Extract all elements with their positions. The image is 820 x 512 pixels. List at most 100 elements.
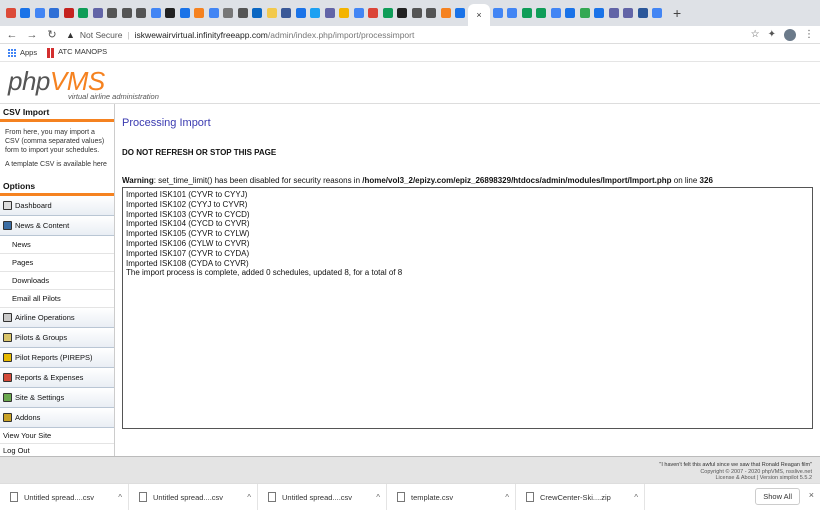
tab-favicon-icon xyxy=(579,8,590,18)
browser-tab[interactable] xyxy=(578,3,592,23)
download-item[interactable]: Untitled spread....csv ^ xyxy=(0,484,129,510)
log-summary: The import process is complete, added 0 … xyxy=(126,268,403,278)
browser-tab[interactable] xyxy=(33,3,47,23)
url-text[interactable]: iskwewairvirtual.infinityfreeapp.com/adm… xyxy=(135,30,415,40)
browser-tab[interactable] xyxy=(564,3,578,23)
download-item[interactable]: Untitled spread....csv ^ xyxy=(258,484,387,510)
browser-tab[interactable] xyxy=(396,3,410,23)
browser-tab[interactable] xyxy=(62,3,76,23)
log-line: Imported ISK108 (CYDA to CYVR) xyxy=(126,258,249,268)
browser-tab[interactable] xyxy=(506,3,520,23)
tab-favicon-icon xyxy=(121,8,132,18)
close-downloads-icon[interactable]: × xyxy=(809,490,814,500)
bookmark-atc-manops[interactable]: ATC MANOPS xyxy=(47,47,107,58)
browser-tab[interactable] xyxy=(207,3,221,23)
chevron-up-icon[interactable]: ^ xyxy=(376,493,380,502)
nav-email-pilots[interactable]: Email all Pilots xyxy=(0,290,114,308)
browser-tab[interactable] xyxy=(454,3,468,23)
chevron-up-icon[interactable]: ^ xyxy=(118,493,122,502)
browser-tab[interactable] xyxy=(48,3,62,23)
browser-tab[interactable] xyxy=(651,3,665,23)
browser-tab[interactable] xyxy=(251,3,265,23)
extensions-icon[interactable]: ✦ xyxy=(768,29,776,40)
download-item[interactable]: Untitled spread....csv ^ xyxy=(129,484,258,510)
warning-text: : set_time_limit() has been disabled for… xyxy=(153,176,363,185)
php-warning: Warning: set_time_limit() has been disab… xyxy=(122,176,813,185)
browser-tab[interactable] xyxy=(410,3,424,23)
nav-pilots-groups[interactable]: Pilots & Groups xyxy=(0,328,114,348)
nav-news-content[interactable]: News & Content xyxy=(0,216,114,236)
browser-tab[interactable] xyxy=(19,3,33,23)
browser-tab[interactable] xyxy=(309,3,323,23)
browser-tab[interactable] xyxy=(294,3,308,23)
active-tab-close-icon[interactable]: × xyxy=(468,4,490,26)
browser-tab[interactable] xyxy=(164,3,178,23)
bookmark-apps[interactable]: Apps xyxy=(8,48,37,57)
download-filename: Untitled spread....csv xyxy=(153,492,224,502)
browser-menu-icon[interactable]: ⋮ xyxy=(804,29,814,40)
bookmark-apps-label: Apps xyxy=(20,47,38,57)
nav-news[interactable]: News xyxy=(0,236,114,254)
browser-tab[interactable] xyxy=(607,3,621,23)
new-tab-button[interactable]: + xyxy=(673,5,681,21)
chevron-up-icon[interactable]: ^ xyxy=(505,493,509,502)
browser-tab[interactable] xyxy=(91,3,105,23)
browser-tab[interactable] xyxy=(439,3,453,23)
browser-tab[interactable] xyxy=(106,3,120,23)
browser-tab[interactable] xyxy=(352,3,366,23)
options-title: Options xyxy=(0,178,114,196)
browser-tab[interactable] xyxy=(193,3,207,23)
browser-tab[interactable] xyxy=(367,3,381,23)
download-item[interactable]: template.csv ^ xyxy=(387,484,516,510)
tab-favicon-icon xyxy=(179,8,190,18)
nav-view-site[interactable]: View Your Site xyxy=(0,428,114,444)
browser-tab[interactable] xyxy=(381,3,395,23)
browser-tab[interactable] xyxy=(149,3,163,23)
browser-tab[interactable] xyxy=(491,3,505,23)
nav-reports-expenses[interactable]: Reports & Expenses xyxy=(0,368,114,388)
browser-tab[interactable] xyxy=(323,3,337,23)
nav-downloads[interactable]: Downloads xyxy=(0,272,114,290)
addons-icon xyxy=(3,413,12,422)
browser-tab[interactable] xyxy=(425,3,439,23)
browser-tab[interactable] xyxy=(280,3,294,23)
warning-icon[interactable]: ▲ xyxy=(66,30,75,40)
template-link[interactable]: here xyxy=(93,161,107,168)
browser-tab[interactable] xyxy=(236,3,250,23)
chevron-up-icon[interactable]: ^ xyxy=(247,493,251,502)
nav-addons[interactable]: Addons xyxy=(0,408,114,428)
nav-pages[interactable]: Pages xyxy=(0,254,114,272)
security-label[interactable]: Not Secure xyxy=(80,30,123,40)
bookmark-star-icon[interactable]: ☆ xyxy=(751,29,760,40)
browser-tab[interactable] xyxy=(549,3,563,23)
file-icon xyxy=(268,492,276,502)
nav-pireps-label: Pilot Reports (PIREPS) xyxy=(15,353,93,362)
address-bar[interactable]: ▲ Not Secure | iskwewairvirtual.infinity… xyxy=(66,27,743,43)
download-item[interactable]: CrewCenter-Ski....zip ^ xyxy=(516,484,645,510)
browser-tab[interactable] xyxy=(338,3,352,23)
forward-button[interactable]: → xyxy=(26,29,38,41)
browser-tab[interactable] xyxy=(520,3,534,23)
browser-tab[interactable] xyxy=(593,3,607,23)
back-button[interactable]: ← xyxy=(6,29,18,41)
profile-avatar[interactable] xyxy=(784,28,796,41)
browser-tab[interactable] xyxy=(120,3,134,23)
browser-tab[interactable] xyxy=(535,3,549,23)
tab-favicon-icon xyxy=(20,8,31,18)
reload-button[interactable]: ↻ xyxy=(46,28,58,41)
show-all-button[interactable]: Show All xyxy=(755,488,800,505)
browser-tab[interactable] xyxy=(636,3,650,23)
nav-site-settings[interactable]: Site & Settings xyxy=(0,388,114,408)
chevron-up-icon[interactable]: ^ xyxy=(634,493,638,502)
browser-tab[interactable] xyxy=(178,3,192,23)
browser-tab[interactable] xyxy=(4,3,18,23)
nav-airline-operations[interactable]: Airline Operations xyxy=(0,308,114,328)
browser-tab[interactable] xyxy=(222,3,236,23)
nav-pireps[interactable]: Pilot Reports (PIREPS) xyxy=(0,348,114,368)
nav-dashboard[interactable]: Dashboard xyxy=(0,196,114,216)
browser-tab[interactable] xyxy=(622,3,636,23)
import-log[interactable]: Imported ISK101 (CYVR to CYYJ) Imported … xyxy=(122,187,813,429)
browser-tab[interactable] xyxy=(265,3,279,23)
browser-tab[interactable] xyxy=(135,3,149,23)
browser-tab[interactable] xyxy=(77,3,91,23)
